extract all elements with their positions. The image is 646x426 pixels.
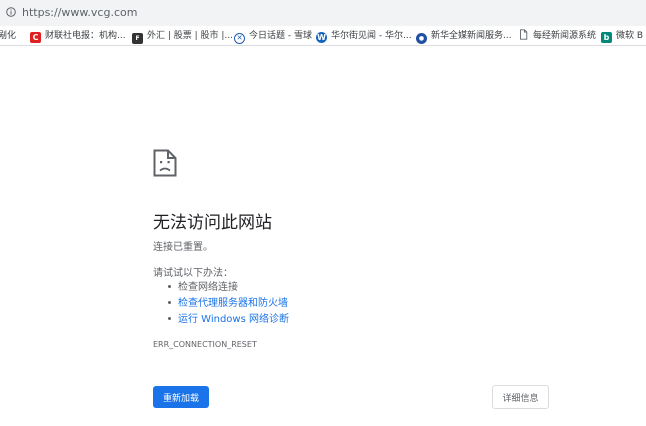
bullet-icon	[168, 301, 171, 304]
reload-button[interactable]: 重新加载	[153, 386, 209, 408]
suggestion-check-proxy-link[interactable]: 检查代理服务器和防火墙	[178, 298, 288, 309]
suggestion-network-diagnostics-link[interactable]: 运行 Windows 网络诊断	[178, 314, 289, 325]
error-subtitle: 连接已重置。	[153, 242, 213, 253]
bookmark-item[interactable]: W 华尔街见闻 - 华尔...	[316, 29, 412, 43]
bookmark-item[interactable]: 每经新闻源系统	[518, 29, 596, 43]
suggestion-check-network: 检查网络连接	[178, 282, 238, 293]
url-text[interactable]: https://www.vcg.com	[22, 6, 137, 19]
bookmarks-bar: 剐化 C 财联社电报：机构... F 外汇 | 股票 | 股市 |... ✕ 今日话题…	[0, 26, 646, 46]
bullet-icon	[168, 317, 171, 320]
xueqiu-favicon-icon: ✕	[234, 33, 245, 44]
suggestion-item: 检查网络连接	[168, 280, 289, 296]
cls-favicon-icon: C	[30, 32, 41, 43]
bing-favicon-icon: b	[601, 32, 612, 43]
error-code: ERR_CONNECTION_RESET	[153, 340, 257, 349]
bookmark-item[interactable]: C 财联社电报：机构...	[30, 29, 126, 43]
bullet-icon	[168, 285, 171, 288]
bookmark-item[interactable]: ● 新华全媒新闻服务...	[416, 29, 512, 44]
suggestions-list: 检查网络连接 检查代理服务器和防火墙 运行 Windows 网络诊断	[168, 280, 289, 328]
sad-page-icon	[153, 149, 177, 177]
wallstreetcn-favicon-icon: W	[316, 32, 327, 43]
bookmark-label: 剐化	[0, 31, 17, 41]
bookmark-item[interactable]: b 微软 B	[601, 29, 643, 43]
error-title: 无法访问此网站	[153, 213, 272, 233]
fx-favicon-icon: F	[132, 33, 143, 44]
xinhua-favicon-icon: ●	[416, 33, 427, 44]
bookmark-label: 外汇 | 股票 | 股市 |...	[147, 31, 233, 41]
details-button[interactable]: 详细信息	[492, 385, 549, 409]
bookmark-label: 微软 B	[616, 31, 644, 41]
bookmark-label: 每经新闻源系统	[533, 31, 597, 41]
bookmark-label: 今日话题 - 雪球	[249, 31, 312, 41]
info-icon[interactable]	[6, 7, 16, 17]
suggestions-heading: 请试试以下办法：	[153, 268, 233, 279]
suggestion-item: 检查代理服务器和防火墙	[168, 296, 289, 312]
bookmark-label: 华尔街见闻 - 华尔...	[331, 31, 412, 41]
bookmark-item[interactable]: 剐化	[0, 29, 16, 43]
bookmark-item[interactable]: ✕ 今日话题 - 雪球	[234, 29, 312, 44]
error-page: 无法访问此网站 连接已重置。 请试试以下办法： 检查网络连接 检查代理服务器和防…	[0, 46, 646, 426]
bookmark-label: 财联社电报：机构...	[45, 31, 126, 41]
bookmark-label: 新华全媒新闻服务...	[431, 31, 512, 41]
address-bar[interactable]: https://www.vcg.com	[0, 0, 646, 26]
page-icon	[520, 29, 528, 40]
suggestion-item: 运行 Windows 网络诊断	[168, 312, 289, 328]
bookmark-item[interactable]: F 外汇 | 股票 | 股市 |...	[132, 29, 233, 44]
